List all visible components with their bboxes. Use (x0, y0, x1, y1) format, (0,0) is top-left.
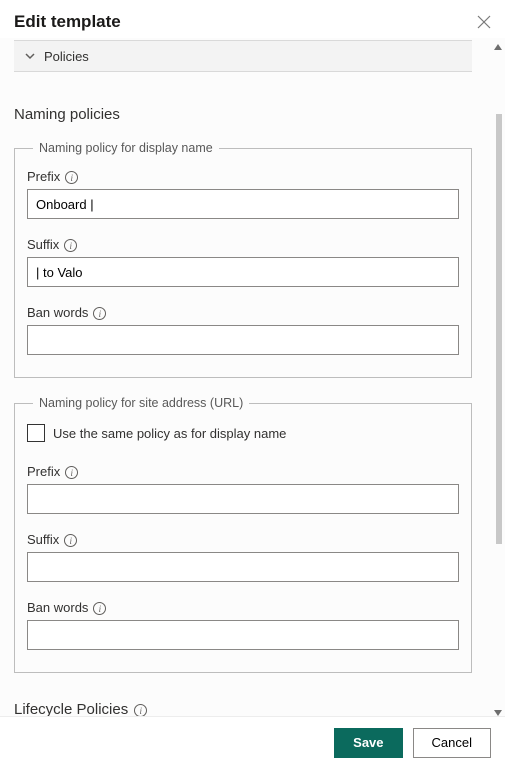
checkbox-use-same[interactable] (27, 424, 45, 442)
fieldset-display-name: Naming policy for display name Prefix Su… (14, 141, 472, 378)
input-display-prefix[interactable] (27, 189, 459, 219)
info-icon[interactable] (65, 171, 78, 184)
accordion-policies[interactable]: Policies (14, 40, 472, 72)
close-icon[interactable] (477, 15, 491, 29)
scroll-area: Policies Naming policies Naming policy f… (0, 38, 505, 718)
cancel-button[interactable]: Cancel (413, 728, 491, 758)
label-url-ban: Ban words (27, 600, 459, 615)
info-icon[interactable] (65, 466, 78, 479)
label-use-same: Use the same policy as for display name (53, 426, 286, 441)
panel-header: Edit template (0, 0, 505, 38)
input-url-suffix[interactable] (27, 552, 459, 582)
scroll-up-icon[interactable] (493, 40, 503, 50)
legend-display-name: Naming policy for display name (33, 141, 219, 155)
legend-site-url: Naming policy for site address (URL) (33, 396, 249, 410)
fieldset-site-url: Naming policy for site address (URL) Use… (14, 396, 472, 673)
info-icon[interactable] (93, 307, 106, 320)
label-display-ban: Ban words (27, 305, 459, 320)
info-icon[interactable] (64, 534, 77, 547)
footer: Save Cancel (0, 716, 505, 768)
save-button[interactable]: Save (334, 728, 402, 758)
input-url-ban[interactable] (27, 620, 459, 650)
scrollbar-thumb[interactable] (496, 114, 502, 544)
panel-title: Edit template (14, 12, 121, 32)
scroll-down-icon[interactable] (493, 706, 503, 716)
label-url-suffix: Suffix (27, 532, 459, 547)
input-display-suffix[interactable] (27, 257, 459, 287)
info-icon[interactable] (64, 239, 77, 252)
input-url-prefix[interactable] (27, 484, 459, 514)
chevron-down-icon (24, 50, 36, 62)
label-url-prefix: Prefix (27, 464, 459, 479)
scrollbar[interactable] (495, 38, 503, 718)
naming-policies-title: Naming policies (14, 106, 472, 123)
label-display-prefix: Prefix (27, 169, 459, 184)
info-icon[interactable] (93, 602, 106, 615)
label-display-suffix: Suffix (27, 237, 459, 252)
accordion-label: Policies (44, 49, 89, 64)
input-display-ban[interactable] (27, 325, 459, 355)
